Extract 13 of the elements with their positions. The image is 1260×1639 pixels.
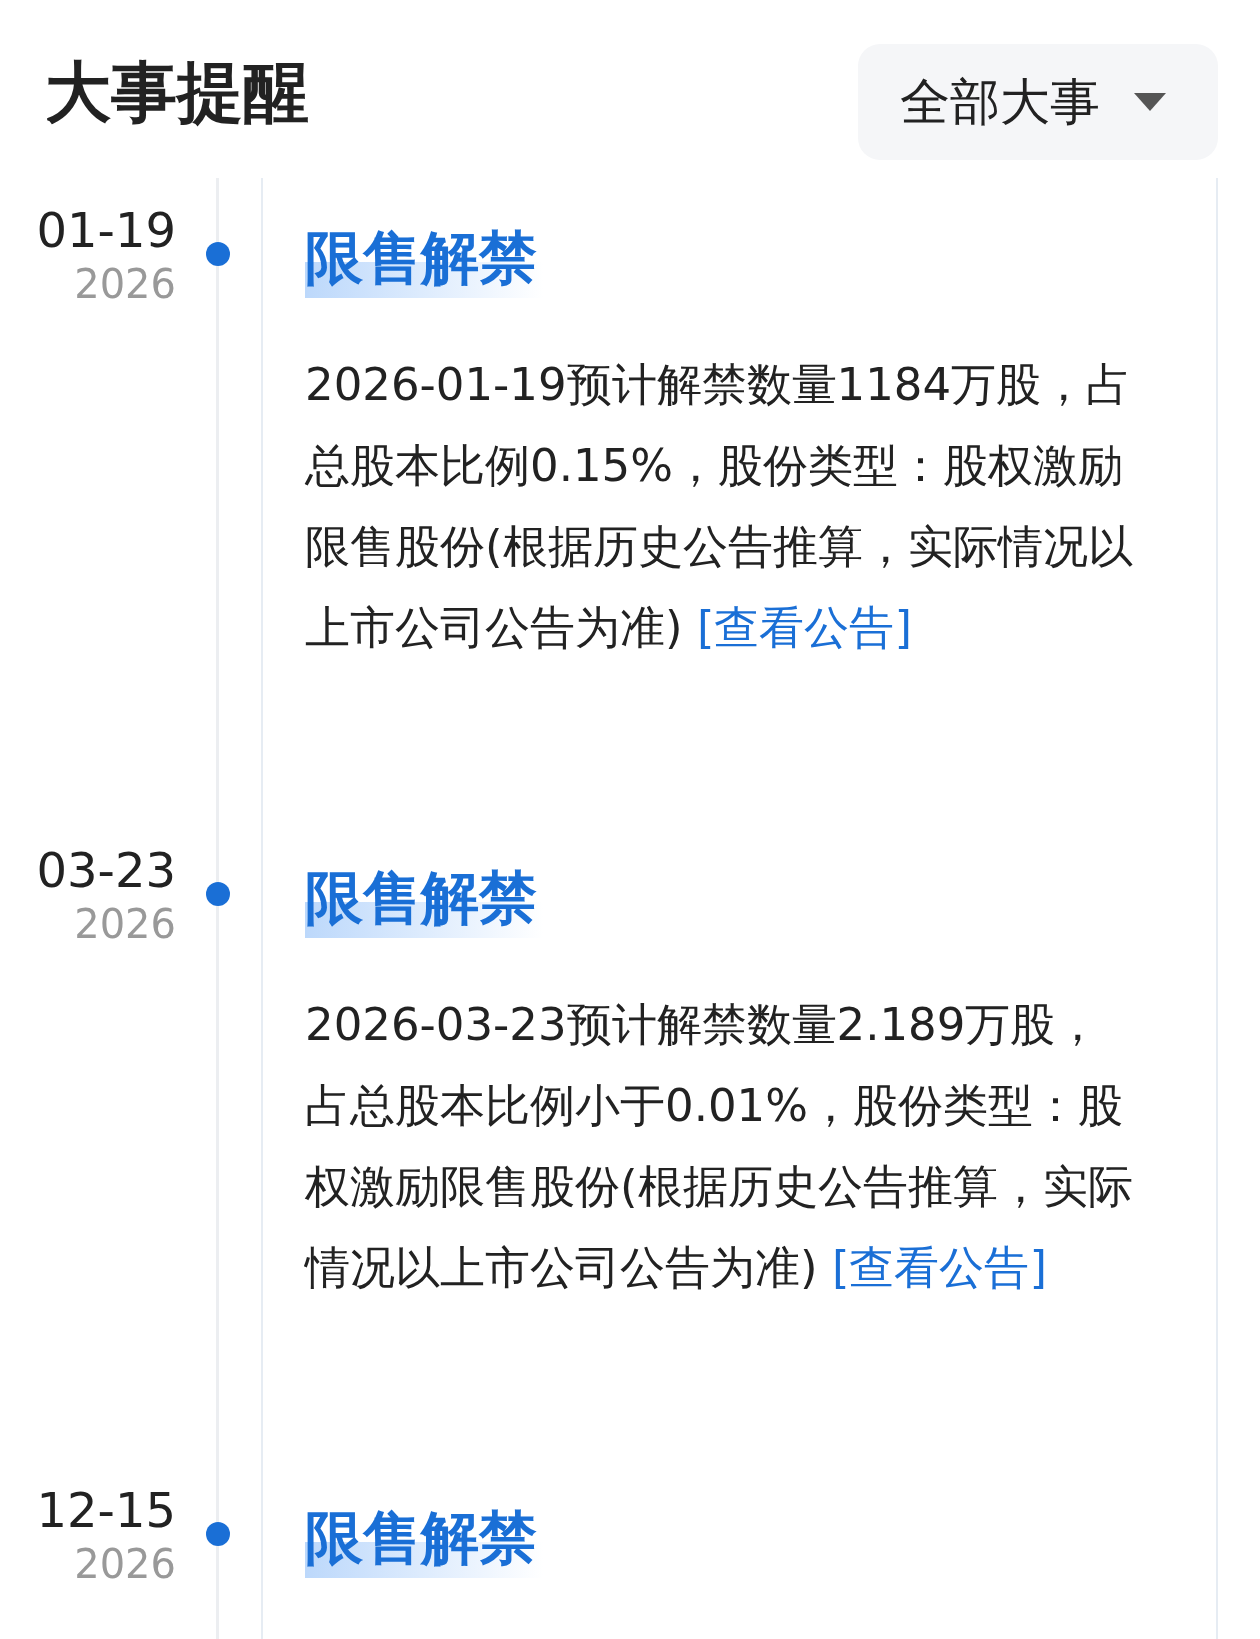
- event-date: 03-23: [36, 842, 176, 898]
- event-date: 01-19: [36, 202, 176, 258]
- event-year: 2026: [74, 260, 176, 309]
- event-date: 12-15: [36, 1482, 176, 1538]
- event-year: 2026: [74, 1540, 176, 1589]
- page-title: 大事提醒: [45, 60, 309, 126]
- event-description: 2026-01-19预计解禁数量1184万股，占总股本比例0.15%，股份类型：股权激励限售股份(根据历史公告推算，实际情况以上市公司公告为准) [查看公告]: [305, 357, 1134, 656]
- filter-dropdown[interactable]: 全部大事: [858, 44, 1218, 160]
- event-description: 2026-03-23预计解禁数量2.189万股，占总股本比例小于0.01%，股份类型：股权激励限售股份(根据历史公告推算，实际情况以上市公司公告为准) [查看公告]: [305, 997, 1134, 1296]
- event-year: 2026: [74, 900, 176, 949]
- view-announcement-link[interactable]: [查看公告]: [696, 601, 912, 654]
- caret-down-icon: [1134, 93, 1166, 111]
- view-announcement-link[interactable]: [查看公告]: [831, 1241, 1047, 1294]
